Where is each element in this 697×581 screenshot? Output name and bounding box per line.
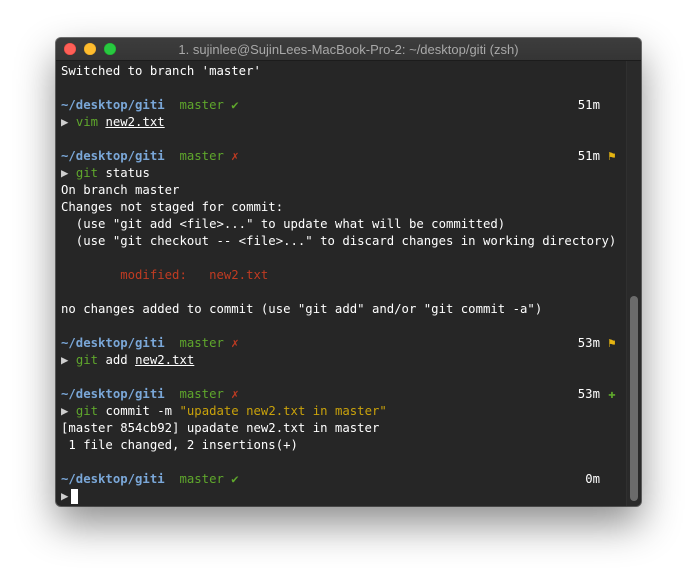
prompt-branch: master: [179, 387, 224, 401]
prompt-arrow-icon: ▶: [61, 115, 69, 129]
command-name: git: [75, 166, 99, 180]
prompt-branch: master: [179, 336, 224, 350]
terminal-output[interactable]: Switched to branch 'master' ~/desktop/gi…: [61, 63, 626, 505]
output-line: 1 file changed, 2 insertions(+): [61, 438, 298, 452]
prompt-branch: master: [179, 149, 224, 163]
dirty-cross-icon: ✗: [231, 149, 239, 163]
prompt-line: ~/desktop/giti master ✗ 51m ⚑: [61, 148, 626, 165]
output-line: Changes not staged for commit:: [61, 200, 284, 214]
elapsed-time: 51m: [577, 149, 600, 163]
prompt-path: ~/desktop/giti: [61, 387, 165, 401]
command-subcommand: commit -m: [105, 404, 173, 418]
output-line: Switched to branch 'master': [61, 64, 261, 78]
modified-file-line: modified: new2.txt: [61, 268, 269, 282]
plus-icon: ✚: [608, 387, 616, 401]
clean-check-icon: ✔: [231, 98, 239, 112]
command-line: ▶ git commit -m "upadate new2.txt in mas…: [61, 403, 626, 420]
output-line: (use "git checkout -- <file>..." to disc…: [61, 234, 617, 248]
prompt-arrow-icon: ▶: [61, 404, 69, 418]
command-name: vim: [75, 115, 99, 129]
flag-icon: ⚑: [608, 149, 616, 163]
prompt-branch: master: [179, 98, 224, 112]
dirty-cross-icon: ✗: [231, 336, 239, 350]
window-title: 1. sujinlee@SujinLees-MacBook-Pro-2: ~/d…: [178, 42, 519, 57]
command-name: git: [75, 353, 99, 367]
prompt-line: ~/desktop/giti master ✔ 51m: [61, 97, 626, 114]
scrollbar-thumb[interactable]: [630, 296, 638, 501]
command-arg: new2.txt: [135, 353, 195, 367]
prompt-line: ~/desktop/giti master ✗ 53m ⚑: [61, 335, 626, 352]
prompt-arrow-icon: ▶: [61, 489, 69, 503]
output-line: (use "git add <file>..." to update what …: [61, 217, 506, 231]
commit-message: "upadate new2.txt in master": [179, 404, 387, 418]
prompt-line: ~/desktop/giti master ✗ 53m ✚: [61, 386, 626, 403]
command-name: git: [75, 404, 99, 418]
prompt-branch: master: [179, 472, 224, 486]
elapsed-time: 0m: [585, 472, 600, 486]
command-line: ▶ git status: [61, 165, 626, 182]
prompt-path: ~/desktop/giti: [61, 98, 165, 112]
prompt-arrow-icon: ▶: [61, 166, 69, 180]
prompt-line: ~/desktop/giti master ✔ 0m: [61, 471, 626, 488]
terminal-window: 1. sujinlee@SujinLees-MacBook-Pro-2: ~/d…: [56, 38, 641, 506]
output-line: [master 854cb92] upadate new2.txt in mas…: [61, 421, 380, 435]
elapsed-time: 53m: [577, 336, 600, 350]
command-subcommand: add: [105, 353, 128, 367]
output-line: no changes added to commit (use "git add…: [61, 302, 543, 316]
text-cursor[interactable]: [71, 489, 79, 504]
prompt-path: ~/desktop/giti: [61, 336, 165, 350]
command-arg: status: [105, 166, 150, 180]
elapsed-time: 51m: [577, 98, 600, 112]
command-arg: new2.txt: [105, 115, 165, 129]
dirty-cross-icon: ✗: [231, 387, 239, 401]
output-line: On branch master: [61, 183, 180, 197]
prompt-path: ~/desktop/giti: [61, 472, 165, 486]
title-bar[interactable]: 1. sujinlee@SujinLees-MacBook-Pro-2: ~/d…: [56, 38, 641, 61]
command-line[interactable]: ▶: [61, 488, 626, 505]
command-line: ▶ git add new2.txt: [61, 352, 626, 369]
command-line: ▶ vim new2.txt: [61, 114, 626, 131]
prompt-arrow-icon: ▶: [61, 353, 69, 367]
elapsed-time: 53m: [577, 387, 600, 401]
flag-icon: ⚑: [608, 336, 616, 350]
prompt-path: ~/desktop/giti: [61, 149, 165, 163]
clean-check-icon: ✔: [231, 472, 239, 486]
